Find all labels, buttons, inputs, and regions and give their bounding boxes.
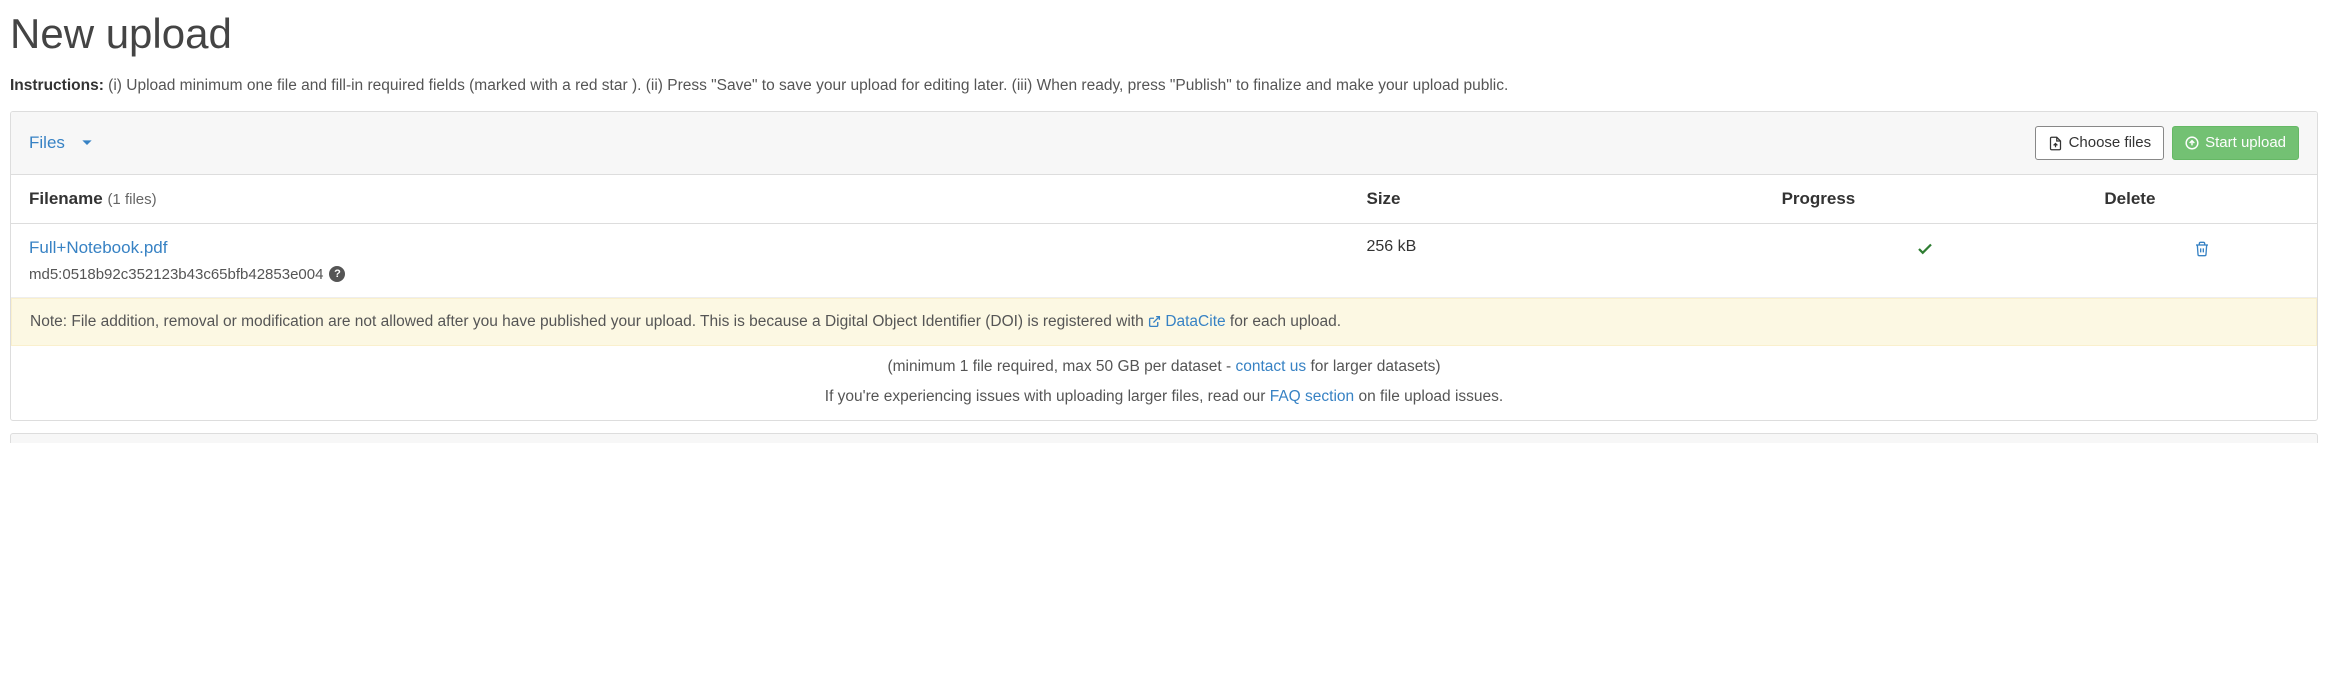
upload-icon [2048,133,2063,153]
trash-icon[interactable] [2194,238,2210,258]
th-progress: Progress [1764,175,2087,224]
th-size: Size [1348,175,1763,224]
files-panel-title: Files [29,133,65,153]
datacite-link[interactable]: DataCite [1165,313,1225,330]
file-md5-text: md5:0518b92c352123b43c65bfb42853e004 [29,266,323,283]
file-size: 256 kB [1348,223,1763,297]
start-upload-button[interactable]: Start upload [2172,126,2299,160]
file-link[interactable]: Full+Notebook.pdf [29,238,167,257]
instructions-text: Instructions: (i) Upload minimum one fil… [10,74,2318,97]
footer-faq-prefix: If you're experiencing issues with uploa… [825,388,1270,405]
footer-min-suffix: for larger datasets) [1306,358,1440,375]
upload-arrow-icon [2185,133,2199,153]
choose-files-label: Choose files [2069,133,2152,153]
help-icon[interactable]: ? [329,266,345,282]
next-panel-stub [10,433,2318,443]
th-delete: Delete [2086,175,2317,224]
check-icon [1916,238,1934,258]
instructions-body: (i) Upload minimum one file and fill-in … [104,77,1508,94]
table-row: Full+Notebook.pdf md5:0518b92c352123b43c… [11,223,2317,297]
file-md5: md5:0518b92c352123b43c65bfb42853e004 ? [29,266,1330,283]
footer-min-note: (minimum 1 file required, max 50 GB per … [11,346,2317,382]
panel-header-actions: Choose files Start upload [2035,126,2299,160]
page-title: New upload [10,10,2318,58]
th-filename-count: (1 files) [107,191,156,208]
files-panel-header: Files Choose files Start upload [11,112,2317,175]
faq-section-link[interactable]: FAQ section [1270,388,1354,405]
footer-min-prefix: (minimum 1 file required, max 50 GB per … [887,358,1235,375]
files-table: Filename (1 files) Size Progress Delete … [11,175,2317,298]
th-filename: Filename (1 files) [11,175,1348,224]
chevron-down-icon[interactable] [79,134,95,152]
note-prefix: Note: File addition, removal or modifica… [30,313,1148,330]
start-upload-label: Start upload [2205,133,2286,153]
choose-files-button[interactable]: Choose files [2035,126,2165,160]
files-panel: Files Choose files Start upload [10,111,2318,421]
footer-faq-suffix: on file upload issues. [1354,388,1503,405]
note-banner: Note: File addition, removal or modifica… [11,298,2317,346]
panel-header-left[interactable]: Files [29,133,95,153]
contact-us-link[interactable]: contact us [1235,358,1306,375]
external-link-icon [1148,313,1165,330]
footer-faq-note: If you're experiencing issues with uploa… [11,382,2317,420]
note-suffix: for each upload. [1226,313,1341,330]
instructions-label: Instructions: [10,77,104,94]
th-filename-text: Filename [29,189,103,208]
